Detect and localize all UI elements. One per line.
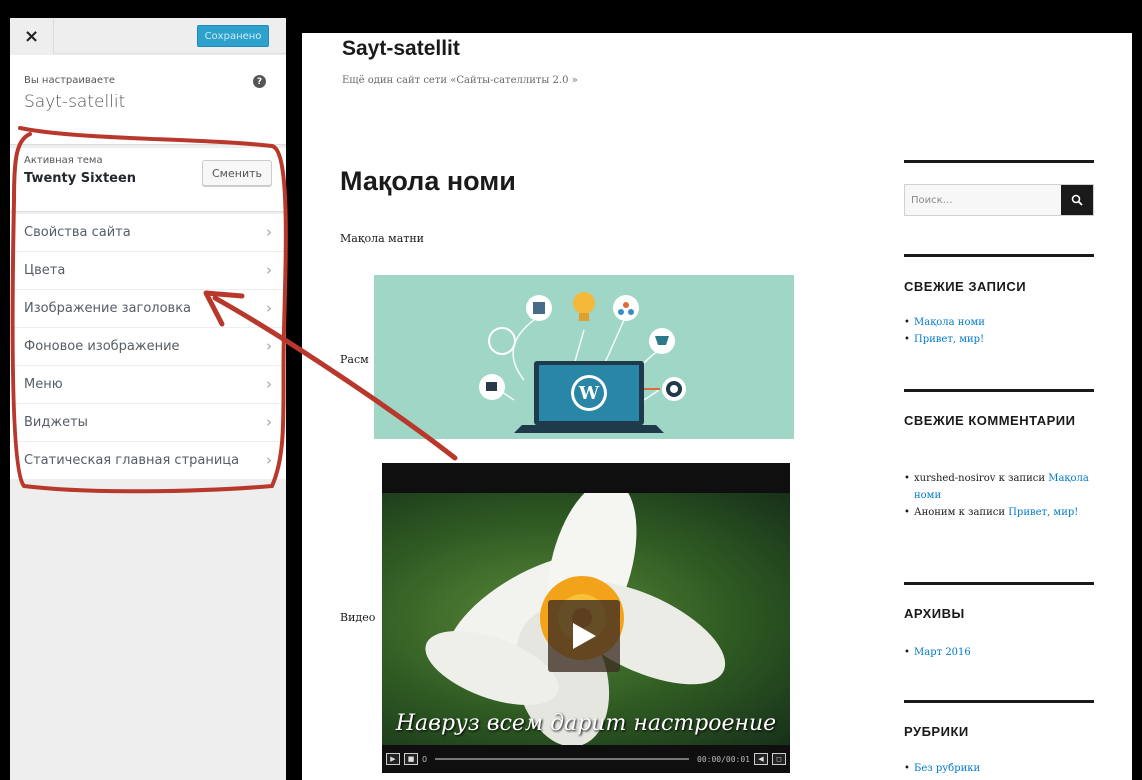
list-item[interactable]: Март 2016 [904, 644, 1094, 661]
site-preview: Sayt-satellit Ещё один сайт сети «Сайты-… [302, 33, 1132, 780]
recent-posts-title: СВЕЖИЕ ЗАПИСИ [904, 279, 1027, 294]
help-icon[interactable]: ? [253, 75, 266, 88]
save-button[interactable]: Сохранено [197, 25, 269, 47]
widget-divider [904, 389, 1094, 392]
video-player[interactable]: Навруз всем дарит настроение ▶ ■ 0 00:00… [382, 463, 790, 773]
customizing-site-name: Sayt-satellit [24, 92, 126, 112]
fullscreen-icon[interactable]: ◻ [772, 753, 786, 765]
svg-text:W: W [578, 383, 600, 404]
list-item[interactable]: Привет, мир! [904, 331, 1094, 348]
post-title[interactable]: Мақола номи [340, 166, 516, 197]
search-input[interactable] [905, 185, 1061, 215]
active-theme-name: Twenty Sixteen [24, 171, 137, 186]
close-icon[interactable]: × [10, 18, 54, 54]
panel-menus[interactable]: Меню › [10, 366, 286, 404]
video-progress-bar[interactable] [435, 758, 690, 760]
search-form [904, 184, 1094, 216]
play-icon[interactable] [548, 600, 620, 672]
customizing-label: Вы настраиваете [24, 75, 116, 86]
video-progress-start: 0 [422, 754, 428, 764]
customizer-header: × Сохранено [10, 18, 286, 54]
recent-comments-title: СВЕЖИЕ КОММЕНТАРИИ [904, 413, 1076, 428]
panel-widgets[interactable]: Виджеты › [10, 404, 286, 442]
chevron-right-icon: › [266, 413, 272, 431]
video-label: Видео [340, 611, 376, 624]
panel-label: Изображение заголовка [24, 301, 192, 316]
volume-icon[interactable]: ◀ [754, 753, 768, 765]
chevron-right-icon: › [266, 261, 272, 279]
widget-divider [904, 254, 1094, 257]
site-description: Ещё один сайт сети «Сайты-сателлиты 2.0 … [342, 75, 578, 86]
panel-background-image[interactable]: Фоновое изображение › [10, 328, 286, 366]
image-label: Расм [340, 353, 369, 366]
chevron-right-icon: › [266, 451, 272, 469]
recent-posts-list: Мақола номи Привет, мир! [904, 314, 1094, 348]
wordpress-illustration: W [374, 275, 794, 439]
widget-divider [904, 160, 1094, 163]
video-frame: Навруз всем дарит настроение [382, 480, 790, 747]
widget-divider [904, 700, 1094, 703]
site-title[interactable]: Sayt-satellit [342, 37, 460, 61]
panel-static-front-page[interactable]: Статическая главная страница › [10, 442, 286, 480]
archives-title: АРХИВЫ [904, 606, 965, 621]
list-item[interactable]: Без рубрики [904, 760, 1094, 777]
widget-divider [904, 582, 1094, 585]
chevron-right-icon: › [266, 299, 272, 317]
panel-colors[interactable]: Цвета › [10, 252, 286, 290]
search-icon[interactable] [1061, 185, 1093, 215]
panel-label: Статическая главная страница [24, 453, 240, 468]
sidebar-empty-area [10, 480, 286, 780]
post-text: Мақола матни [340, 232, 425, 245]
customizer-sidebar: × Сохранено Вы настраиваете Sayt-satelli… [10, 18, 286, 780]
categories-list: Без рубрики [904, 760, 1094, 777]
list-item: Аноним к записи Привет, мир! [904, 504, 1094, 521]
chevron-right-icon: › [266, 223, 272, 241]
panel-site-identity[interactable]: Свойства сайта › [10, 214, 286, 252]
panel-header-image[interactable]: Изображение заголовка › [10, 290, 286, 328]
video-caption: Навруз всем дарит настроение [395, 711, 777, 736]
panel-label: Свойства сайта [24, 225, 131, 240]
panel-label: Фоновое изображение [24, 339, 180, 354]
video-time: 00:00/00:01 [697, 754, 750, 764]
chevron-right-icon: › [266, 337, 272, 355]
active-theme-section: Активная тема Twenty Sixteen Сменить [10, 148, 286, 212]
panel-label: Меню [24, 377, 63, 392]
panel-label: Цвета [24, 263, 66, 278]
change-theme-button[interactable]: Сменить [202, 160, 272, 186]
active-theme-label: Активная тема [24, 155, 103, 166]
list-item[interactable]: Мақола номи [904, 314, 1094, 331]
chevron-right-icon: › [266, 375, 272, 393]
video-controls: ▶ ■ 0 00:00/00:01 ◀ ◻ [382, 749, 790, 769]
panel-label: Виджеты [24, 415, 88, 430]
recent-comments-list: xurshed-nosirov к записи Мақола номи Ано… [904, 470, 1094, 521]
comment-post-link[interactable]: Привет, мир! [1008, 507, 1078, 518]
categories-title: РУБРИКИ [904, 724, 969, 739]
play-control-icon[interactable]: ▶ [386, 753, 400, 765]
panel-list: Свойства сайта › Цвета › Изображение заг… [10, 214, 286, 480]
stop-control-icon[interactable]: ■ [404, 753, 418, 765]
customizing-info: Вы настраиваете Sayt-satellit ? [10, 55, 286, 145]
list-item: xurshed-nosirov к записи Мақола номи [904, 470, 1094, 504]
archives-list: Март 2016 [904, 644, 1094, 661]
